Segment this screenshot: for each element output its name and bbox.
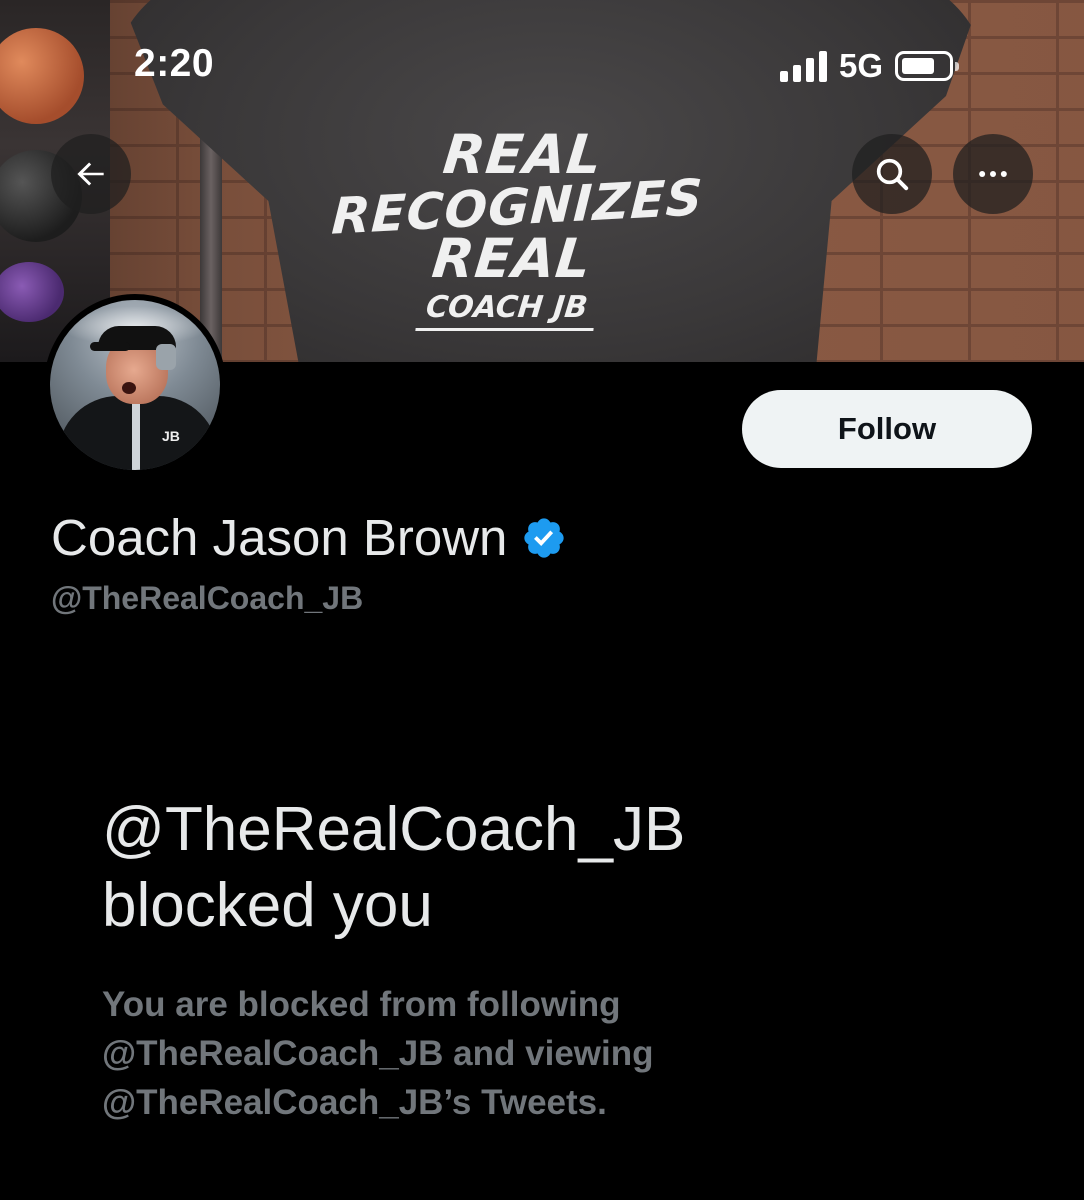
blocked-title: @TheRealCoach_JB blocked you <box>102 792 1002 944</box>
signal-strength-icon <box>780 50 827 82</box>
follow-button[interactable]: Follow <box>742 390 1032 468</box>
avatar-logo: JB <box>162 428 180 444</box>
ball <box>0 262 64 322</box>
avatar-cap-brim <box>90 342 130 351</box>
avatar-photo: JB <box>50 300 220 470</box>
network-type: 5G <box>839 47 884 84</box>
avatar-headset <box>156 344 176 370</box>
verified-badge-icon[interactable] <box>521 515 567 561</box>
battery-level <box>902 58 934 74</box>
blocked-title-line: blocked you <box>102 871 433 940</box>
more-options-button[interactable] <box>953 134 1033 214</box>
back-button[interactable] <box>51 134 131 214</box>
profile-handle: @TheRealCoach_JB <box>51 580 364 616</box>
search-icon <box>876 158 909 191</box>
status-time: 2:20 <box>134 42 215 85</box>
arrow-left-icon <box>77 162 104 186</box>
display-name: Coach Jason Brown <box>51 509 508 566</box>
shirt-text-line: COACH JB <box>415 290 598 331</box>
profile-name-row: Coach Jason Brown <box>51 508 567 567</box>
avatar-zipper <box>132 400 140 470</box>
blocked-title-line: @TheRealCoach_JB <box>102 795 686 864</box>
blocked-description-line: @TheRealCoach_JB’s Tweets. <box>102 1083 607 1122</box>
blocked-description-line: @TheRealCoach_JB and viewing <box>102 1034 654 1073</box>
battery-cap <box>955 62 960 71</box>
profile-avatar[interactable]: JB <box>44 294 226 476</box>
battery-icon <box>895 51 960 81</box>
blocked-description: You are blocked from following @TheRealC… <box>102 980 1002 1127</box>
more-horizontal-icon <box>979 171 1007 177</box>
search-button[interactable] <box>852 134 932 214</box>
avatar-mouth <box>122 382 136 394</box>
shirt-print: REAL RECOGNIZES REAL COACH JB <box>289 123 740 331</box>
status-indicators: 5G <box>780 44 960 88</box>
blocked-description-line: You are blocked from following <box>102 985 621 1024</box>
ball <box>0 28 84 124</box>
